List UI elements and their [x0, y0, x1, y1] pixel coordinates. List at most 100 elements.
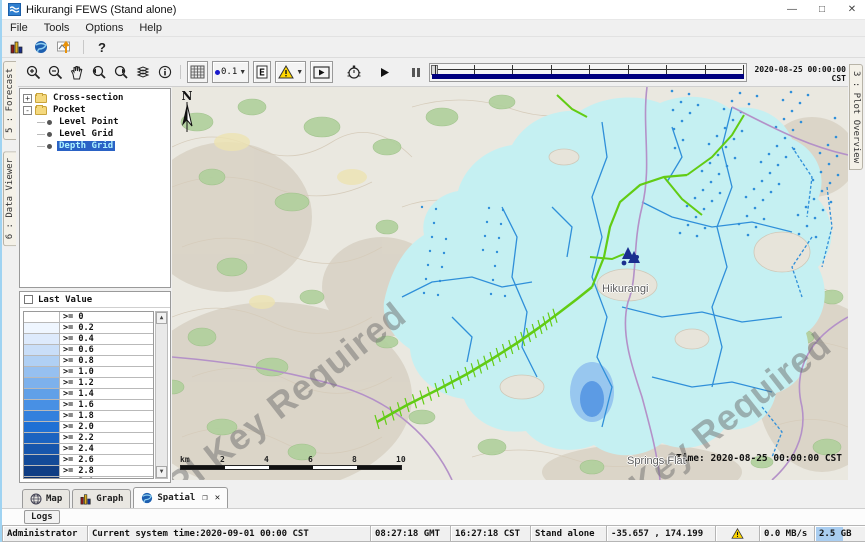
interval-value: 0.1 — [221, 67, 237, 77]
time-slider[interactable] — [429, 63, 747, 82]
menu-options[interactable]: Options — [77, 21, 131, 35]
stopwatch-icon — [346, 64, 362, 80]
side-tab-left-1[interactable]: 6 : Data Viewer — [3, 151, 16, 246]
tab-close-icon[interactable]: ✕ — [215, 493, 220, 503]
scroll-down-icon[interactable]: ▼ — [156, 466, 167, 478]
tree-item-pocket[interactable]: -Pocket — [23, 104, 170, 116]
toolbar-separator — [83, 40, 84, 54]
close-icon[interactable]: ✕ — [837, 0, 865, 19]
scale-segment — [225, 466, 269, 469]
scale-labels: km246810 — [180, 455, 412, 465]
menu-help[interactable]: Help — [131, 21, 170, 35]
place-label-flat: Springs Flat — [627, 455, 686, 467]
map-view[interactable]: API Key Required API Key Required N km24… — [172, 87, 848, 480]
legend-value-label: >= 2.4 — [60, 444, 97, 454]
help-button[interactable]: ? — [92, 38, 112, 56]
last-value-label: Last Value — [38, 295, 92, 305]
grid-display-button[interactable] — [187, 61, 208, 83]
app-logo-icon — [8, 3, 21, 16]
play-button[interactable] — [374, 62, 394, 82]
legend-value-label: >= 2.2 — [60, 433, 97, 443]
scroll-up-icon[interactable]: ▲ — [156, 312, 167, 324]
expand-icon[interactable]: + — [23, 94, 32, 103]
tree-item-level-grid[interactable]: Level Grid — [37, 128, 170, 140]
scale-tick-label: 10 — [396, 455, 406, 464]
tree-item-level-point[interactable]: Level Point — [37, 116, 170, 128]
warning-threshold-dropdown[interactable]: ▼ — [275, 61, 306, 83]
tree-item-depth-grid[interactable]: Depth Grid — [37, 140, 170, 152]
tab-map[interactable]: Map — [22, 489, 70, 508]
globe-icon — [34, 40, 48, 54]
scale-segment — [269, 466, 313, 469]
status-system-time: Current system time:2020-09-01 00:00 CST — [87, 525, 370, 542]
explorer-button[interactable] — [7, 38, 27, 56]
legend-row: >= 2.4 — [24, 444, 153, 455]
interval-dropdown[interactable]: 0.1 ▼ — [212, 61, 249, 83]
time-control-button[interactable] — [344, 62, 364, 82]
wire-globe-icon — [30, 493, 42, 505]
zoom-previous-icon — [91, 65, 107, 80]
scale-tick-label: 4 — [264, 455, 269, 464]
logs-row: Logs — [2, 508, 865, 525]
legend-value-label: >= 1.8 — [60, 411, 97, 421]
status-warning-cell[interactable] — [715, 525, 759, 542]
tree-item-cross-section[interactable]: + Cross-section — [23, 92, 170, 104]
legend-swatch — [24, 356, 60, 366]
zoom-previous-button[interactable] — [89, 62, 109, 82]
tab-graph[interactable]: Graph — [72, 489, 131, 508]
timeline-tick — [705, 65, 706, 74]
legend-swatch — [24, 334, 60, 344]
legend-value-label: >= 2.0 — [60, 422, 97, 432]
legend-swatch — [24, 345, 60, 355]
node-bullet-icon — [47, 120, 52, 125]
legend-row: >= 1.6 — [24, 400, 153, 411]
zoom-in-icon — [26, 65, 41, 80]
status-mode: Stand alone — [530, 525, 606, 542]
map-display-button[interactable] — [31, 38, 51, 56]
tab-maximize-icon[interactable]: ❐ — [202, 493, 207, 503]
status-memory: 2.5 GB — [814, 525, 865, 542]
timeline-tick — [551, 65, 552, 74]
maximize-icon[interactable]: □ — [807, 0, 837, 19]
legend-value-label: >= 0.2 — [60, 323, 97, 333]
menu-tools[interactable]: Tools — [36, 21, 78, 35]
menu-file[interactable]: File — [2, 21, 36, 35]
svg-text:E: E — [259, 68, 265, 79]
info-icon — [158, 65, 172, 79]
folder-icon — [35, 94, 47, 103]
pause-button[interactable] — [406, 62, 426, 82]
tab-spatial[interactable]: Spatial❐✕ — [133, 487, 228, 508]
collapse-icon[interactable]: - — [23, 106, 32, 115]
minimize-icon[interactable]: — — [777, 0, 807, 19]
info-button[interactable] — [155, 62, 175, 82]
warning-triangle-icon — [731, 528, 744, 539]
chevron-down-icon: ▼ — [296, 69, 303, 76]
legend-swatch — [24, 400, 60, 410]
layers-button[interactable] — [133, 62, 153, 82]
side-tab-right-0[interactable]: 3 : Plot Overview — [849, 64, 863, 170]
side-tab-left-0[interactable]: 5 : Forecast — [3, 61, 16, 140]
legend-row: >= 0.6 — [24, 345, 153, 356]
status-coordinates: -35.657 , 174.199 — [606, 525, 715, 542]
legend-scrollbar[interactable]: ▲ ▼ — [155, 311, 168, 479]
zoom-in-button[interactable] — [23, 62, 43, 82]
current-time-label: 2020-08-25 00:00:00 CST — [750, 65, 846, 83]
timeseries-display-button[interactable] — [55, 38, 75, 56]
node-bullet-icon — [47, 144, 52, 149]
tree-item-label: Cross-section — [51, 93, 125, 103]
zoom-out-button[interactable] — [45, 62, 65, 82]
pan-button[interactable] — [67, 62, 87, 82]
legend-swatch — [24, 466, 60, 476]
zoom-next-button[interactable] — [111, 62, 131, 82]
last-value-checkbox[interactable] — [24, 295, 33, 304]
menu-bar: FileToolsOptionsHelp — [2, 20, 865, 37]
timeline-tick — [743, 65, 744, 74]
animation-button[interactable] — [310, 61, 333, 83]
legend-panel: Last Value >= 0>= 0.2>= 0.4>= 0.6>= 0.8>… — [19, 291, 171, 483]
legend-swatch — [24, 433, 60, 443]
legend-swatch — [24, 367, 60, 377]
logs-button[interactable]: Logs — [24, 510, 60, 524]
place-label-town: Hikurangi — [602, 283, 648, 295]
play-icon — [379, 67, 390, 78]
label-toggle-button[interactable]: E — [253, 61, 271, 83]
